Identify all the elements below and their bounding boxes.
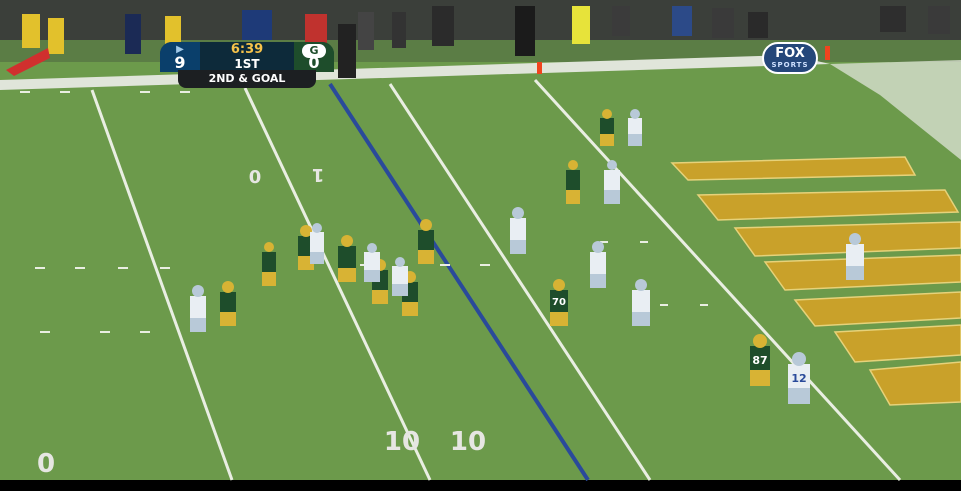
home-score: 0 bbox=[308, 53, 320, 72]
pylon bbox=[825, 46, 830, 60]
network-name: FOX bbox=[775, 46, 805, 61]
away-score: 9 bbox=[174, 53, 186, 72]
home-team-block: G 0 bbox=[294, 42, 334, 72]
yard-number: 10 bbox=[450, 427, 486, 457]
yard-number: 0 bbox=[37, 449, 55, 479]
jersey-number: 12 bbox=[791, 372, 806, 385]
away-team-block: ▶ 9 bbox=[160, 42, 200, 72]
bottom-letterbox bbox=[0, 480, 961, 491]
quarter: 1ST bbox=[234, 57, 260, 71]
down-distance-bar: 2ND & GOAL bbox=[178, 70, 316, 88]
yard-number-far: 1 bbox=[312, 164, 325, 185]
yard-number-far: 0 bbox=[249, 167, 262, 188]
yard-number: 10 bbox=[384, 427, 420, 457]
network-subname: SPORTS bbox=[771, 61, 809, 69]
broadcast-frame: 87 12 70 10 10 0 0 1 ▶ 9 G 0 6:39 1ST 2N… bbox=[0, 0, 961, 491]
scorebug: ▶ 9 G 0 6:39 1ST 2ND & GOAL bbox=[160, 42, 334, 88]
game-clock: 6:39 bbox=[230, 42, 264, 57]
football-field: 87 12 70 10 10 0 0 1 bbox=[0, 0, 961, 491]
network-logo: FOX SPORTS bbox=[762, 42, 818, 74]
pylon bbox=[537, 62, 542, 74]
jersey-number: 70 bbox=[552, 297, 566, 308]
down-and-distance: 2ND & GOAL bbox=[208, 72, 286, 85]
jersey-number: 87 bbox=[752, 354, 767, 367]
